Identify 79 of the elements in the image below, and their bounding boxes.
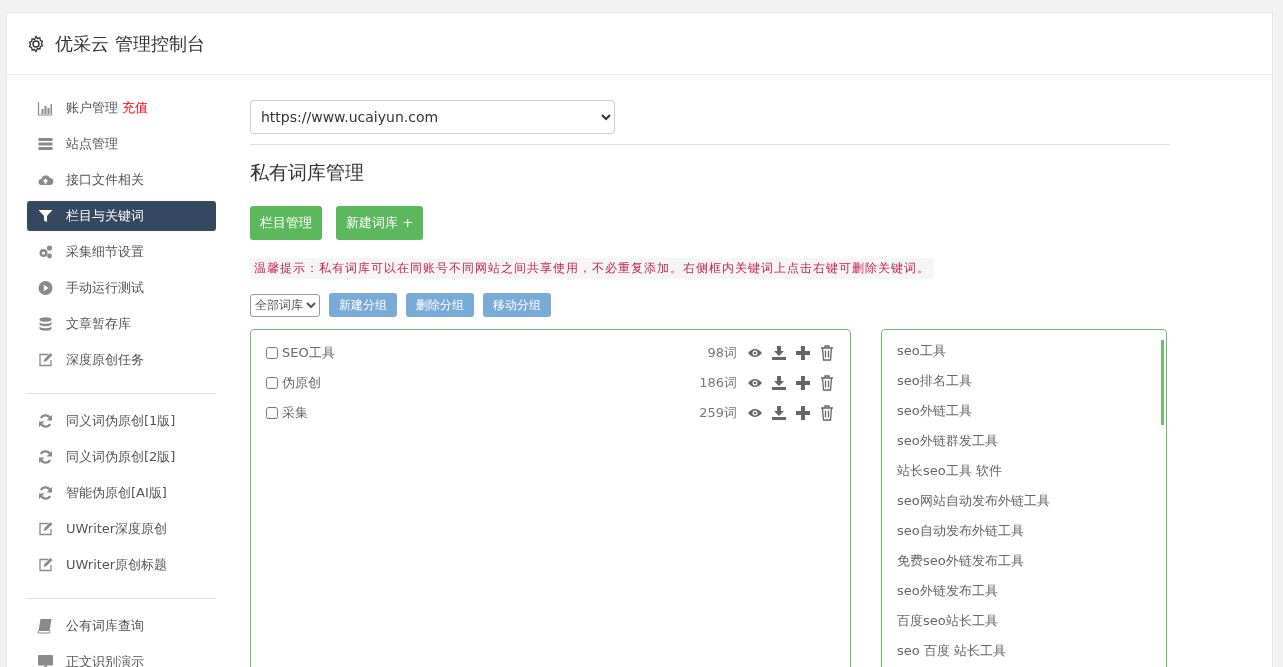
word-count: 259词	[699, 404, 737, 422]
library-name: 伪原创	[282, 375, 321, 390]
library-checkbox[interactable]	[266, 377, 278, 389]
sidebar-label: 同义词伪原创[2版]	[66, 448, 176, 466]
sidebar-label: 深度原创任务	[66, 351, 144, 369]
book-icon	[37, 618, 54, 634]
delete-icon[interactable]	[819, 405, 835, 421]
word-count: 186词	[699, 374, 737, 392]
sidebar-label: 站点管理	[66, 135, 118, 153]
sidebar-label: UWriter原创标题	[66, 556, 168, 574]
sidebar-item[interactable]: 同义词伪原创[1版]	[27, 406, 216, 436]
download-icon[interactable]	[771, 405, 787, 421]
sidebar-item[interactable]: UWriter原创标题	[27, 550, 216, 580]
refresh-icon	[37, 485, 54, 501]
play-icon	[37, 280, 54, 296]
refresh-icon	[37, 449, 54, 465]
sidebar-item[interactable]: 文章暂存库	[27, 309, 216, 339]
keyword-item[interactable]: seo自动发布外链工具	[897, 523, 1024, 538]
server-icon	[37, 136, 54, 152]
download-icon[interactable]	[771, 345, 787, 361]
site-select[interactable]: https://www.ucaiyun.com	[250, 100, 615, 134]
settings-icon	[27, 34, 45, 53]
sidebar-item[interactable]: 站点管理	[27, 129, 216, 159]
group-select[interactable]: 全部词库	[250, 293, 320, 317]
sidebar-item[interactable]: 公有词库查询	[27, 611, 216, 641]
library-checkbox[interactable]	[266, 347, 278, 359]
cloud-upload-icon	[37, 172, 54, 188]
database-icon	[37, 316, 54, 332]
keyword-item[interactable]: 免费seo外链发布工具	[897, 553, 1024, 568]
download-icon[interactable]	[771, 375, 787, 391]
keyword-item[interactable]: seo网站自动发布外链工具	[897, 493, 1050, 508]
filter-icon	[37, 208, 54, 224]
edit-icon	[37, 557, 54, 573]
sidebar-label: 接口文件相关	[66, 171, 144, 189]
add-icon[interactable]	[795, 375, 811, 391]
library-checkbox[interactable]	[266, 407, 278, 419]
console-title: 优采云 管理控制台	[55, 31, 205, 56]
delete-icon[interactable]	[819, 375, 835, 391]
bar-chart-icon	[37, 100, 54, 116]
sidebar-item[interactable]: 智能伪原创[AI版]	[27, 478, 216, 508]
keyword-item[interactable]: seo排名工具	[897, 373, 972, 388]
sidebar-label: 智能伪原创[AI版]	[66, 484, 167, 502]
keyword-item[interactable]: 百度seo站长工具	[897, 613, 998, 628]
sidebar-label: 采集细节设置	[66, 243, 144, 261]
sidebar-item[interactable]: 深度原创任务	[27, 345, 216, 375]
refresh-icon	[37, 413, 54, 429]
edit-icon	[37, 352, 54, 368]
delete-icon[interactable]	[819, 345, 835, 361]
sidebar-item[interactable]: 账户管理 充值	[27, 93, 216, 123]
library-name: SEO工具	[282, 345, 335, 360]
sidebar-item[interactable]: 采集细节设置	[27, 237, 216, 267]
keyword-item[interactable]: seo外链群发工具	[897, 433, 998, 448]
sidebar-item[interactable]: UWriter深度原创	[27, 514, 216, 544]
sidebar-label: 公有词库查询	[66, 617, 144, 635]
sidebar-label: UWriter深度原创	[66, 520, 168, 538]
library-name: 采集	[282, 405, 308, 420]
section-title: 私有词库管理	[250, 160, 365, 185]
keyword-item[interactable]: seo外链工具	[897, 403, 972, 418]
sidebar-item[interactable]: 栏目与关键词	[27, 201, 216, 231]
scrollbar[interactable]	[1161, 340, 1164, 425]
monitor-icon	[37, 654, 54, 667]
sidebar-item[interactable]: 接口文件相关	[27, 165, 216, 195]
word-count: 98词	[707, 344, 737, 362]
gears-icon	[37, 244, 54, 260]
add-icon[interactable]	[795, 345, 811, 361]
keyword-item[interactable]: seo外链发布工具	[897, 583, 998, 598]
add-icon[interactable]	[795, 405, 811, 421]
keyword-item[interactable]: seo工具	[897, 343, 946, 358]
sidebar-label: 文章暂存库	[66, 315, 131, 333]
sidebar-item[interactable]: 同义词伪原创[2版]	[27, 442, 216, 472]
sidebar-label: 手动运行测试	[66, 279, 144, 297]
keyword-item[interactable]: 站长seo工具 软件	[897, 463, 1002, 478]
sidebar-label: 栏目与关键词	[66, 207, 144, 225]
sidebar-item[interactable]: 手动运行测试	[27, 273, 216, 303]
keyword-item[interactable]: seo 百度 站长工具	[897, 643, 1006, 658]
sidebar-label: 账户管理 充值	[66, 99, 148, 117]
sidebar-label: 同义词伪原创[1版]	[66, 412, 176, 430]
tip-text: 温馨提示：私有词库可以在同账号不同网站之间共享使用，不必重复添加。右侧框内关键词上点击右键可删除关键词。	[250, 258, 934, 279]
edit-icon	[37, 521, 54, 537]
